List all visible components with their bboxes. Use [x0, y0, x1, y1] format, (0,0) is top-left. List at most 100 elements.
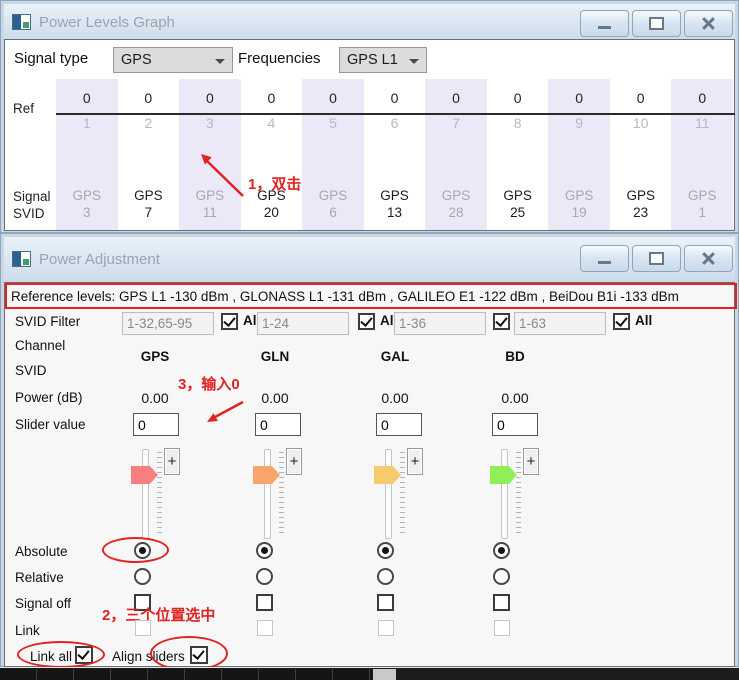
signal-off-checkbox-gln[interactable]: [256, 594, 273, 611]
slider-track-bd[interactable]: [501, 449, 508, 539]
slider-ticks-gps: [157, 452, 162, 534]
slider-ticks-gln: [279, 452, 284, 534]
svid-value: 20: [241, 205, 303, 220]
signal-name: GPS: [548, 188, 610, 203]
graph-column[interactable]: 09GPS19: [548, 79, 610, 230]
maximize-button[interactable]: [632, 10, 681, 37]
power-label: Power (dB): [15, 390, 83, 405]
slider-handle-gln[interactable]: [253, 466, 280, 484]
minimize-button[interactable]: [580, 10, 629, 37]
svid-value: 6: [302, 205, 364, 220]
graph-column[interactable]: 010GPS23: [610, 79, 672, 230]
annotation-ellipse-absolute: [102, 537, 169, 563]
signal-label: Signal: [13, 189, 51, 204]
signal-off-checkbox-gal[interactable]: [377, 594, 394, 611]
column-number: 9: [548, 115, 610, 131]
close-button[interactable]: [684, 10, 733, 37]
link-checkbox-gal[interactable]: [378, 620, 394, 636]
slider-handle-gal[interactable]: [374, 466, 401, 484]
slider-plus-button-gps[interactable]: +: [164, 448, 180, 475]
slider-track-gln[interactable]: [264, 449, 271, 539]
slider-handle-bd[interactable]: [490, 466, 517, 484]
link-checkbox-bd[interactable]: [494, 620, 510, 636]
svid-filter-all-checkbox-bd[interactable]: [613, 313, 630, 330]
relative-radio-gps[interactable]: [134, 568, 151, 585]
title-bar[interactable]: Power Adjustment: [4, 237, 735, 281]
title-bar[interactable]: Power Levels Graph: [4, 4, 735, 40]
svid-filter-all-checkbox-gps[interactable]: [221, 313, 238, 330]
ref-value: 0: [364, 90, 426, 106]
graph-content: Signal type GPS Frequencies GPS L1 Ref S…: [4, 39, 735, 231]
svid-filter-label: SVID Filter: [15, 314, 80, 329]
graph-column[interactable]: 07GPS28: [425, 79, 487, 230]
svid-filter-all-checkbox-gln[interactable]: [358, 313, 375, 330]
svid-filter-all-checkbox-gal[interactable]: [493, 313, 510, 330]
link-label: Link: [15, 623, 40, 638]
frequencies-dropdown[interactable]: GPS L1: [339, 47, 427, 73]
minimize-icon: [598, 261, 611, 264]
minimize-icon: [598, 26, 611, 29]
graph-column[interactable]: 02GPS7: [118, 79, 180, 230]
channel-header-gal: GAL: [365, 349, 425, 364]
minimize-button[interactable]: [580, 245, 629, 272]
svid-filter-input-gps[interactable]: [122, 312, 214, 335]
slider-value-input-gps[interactable]: [133, 413, 179, 436]
slider-value-label: Slider value: [15, 417, 86, 432]
slider-plus-button-gln[interactable]: +: [286, 448, 302, 475]
annotation-arrow-double-click: [193, 148, 251, 202]
signal-off-checkbox-bd[interactable]: [493, 594, 510, 611]
signal-name: GPS: [610, 188, 672, 203]
graph-column[interactable]: 06GPS13: [364, 79, 426, 230]
maximize-button[interactable]: [632, 245, 681, 272]
annotation-arrow-input-zero: [199, 395, 247, 429]
signal-name: GPS: [302, 188, 364, 203]
svid-filter-input-bd[interactable]: [514, 312, 606, 335]
relative-label: Relative: [15, 570, 64, 585]
power-levels-graph-window: Power Levels Graph Signal type GPS Frequ…: [0, 0, 739, 233]
app-icon: [12, 251, 31, 267]
close-icon: [702, 17, 715, 30]
relative-radio-gal[interactable]: [377, 568, 394, 585]
slider-value-input-gal[interactable]: [376, 413, 422, 436]
svid-filter-input-gln[interactable]: [257, 312, 349, 335]
relative-radio-bd[interactable]: [493, 568, 510, 585]
column-number: 11: [671, 115, 733, 131]
all-label: All: [635, 313, 652, 328]
link-checkbox-gps[interactable]: [135, 620, 151, 636]
annotation-box-reference-levels: [5, 283, 737, 309]
svid-filter-input-gal[interactable]: [394, 312, 486, 335]
absolute-label: Absolute: [15, 544, 68, 559]
plus-icon: +: [168, 453, 177, 470]
absolute-radio-bd[interactable]: [493, 542, 510, 559]
column-number: 1: [56, 115, 118, 131]
power-value-bd: 0.00: [485, 390, 545, 406]
close-button[interactable]: [684, 245, 733, 272]
signal-name: GPS: [364, 188, 426, 203]
signal-type-dropdown[interactable]: GPS: [113, 47, 233, 73]
link-checkbox-gln[interactable]: [257, 620, 273, 636]
slider-track-gal[interactable]: [385, 449, 392, 539]
svid-row-label: SVID: [15, 363, 47, 378]
slider-handle-gps[interactable]: [131, 466, 158, 484]
screen: Power Levels Graph Signal type GPS Frequ…: [0, 0, 739, 680]
signal-type-value: GPS: [121, 52, 152, 68]
column-number: 3: [179, 115, 241, 131]
ref-value: 0: [179, 90, 241, 106]
graph-column[interactable]: 011GPS1: [671, 79, 733, 230]
channel-header-gln: GLN: [245, 349, 305, 364]
strip-segments: [0, 669, 372, 680]
graph-column[interactable]: 08GPS25: [487, 79, 549, 230]
slider-value-input-bd[interactable]: [492, 413, 538, 436]
absolute-radio-gal[interactable]: [377, 542, 394, 559]
graph-column[interactable]: 05GPS6: [302, 79, 364, 230]
slider-track-gps[interactable]: [142, 449, 149, 539]
power-adjustment-window: Power Adjustment Reference levels: GPS L…: [0, 233, 739, 667]
relative-radio-gln[interactable]: [256, 568, 273, 585]
absolute-radio-gln[interactable]: [256, 542, 273, 559]
ref-value: 0: [302, 90, 364, 106]
slider-plus-button-gal[interactable]: +: [407, 448, 423, 475]
slider-plus-button-bd[interactable]: +: [523, 448, 539, 475]
slider-value-input-gln[interactable]: [255, 413, 301, 436]
graph-column[interactable]: 01GPS3: [56, 79, 118, 230]
signal-name: GPS: [118, 188, 180, 203]
